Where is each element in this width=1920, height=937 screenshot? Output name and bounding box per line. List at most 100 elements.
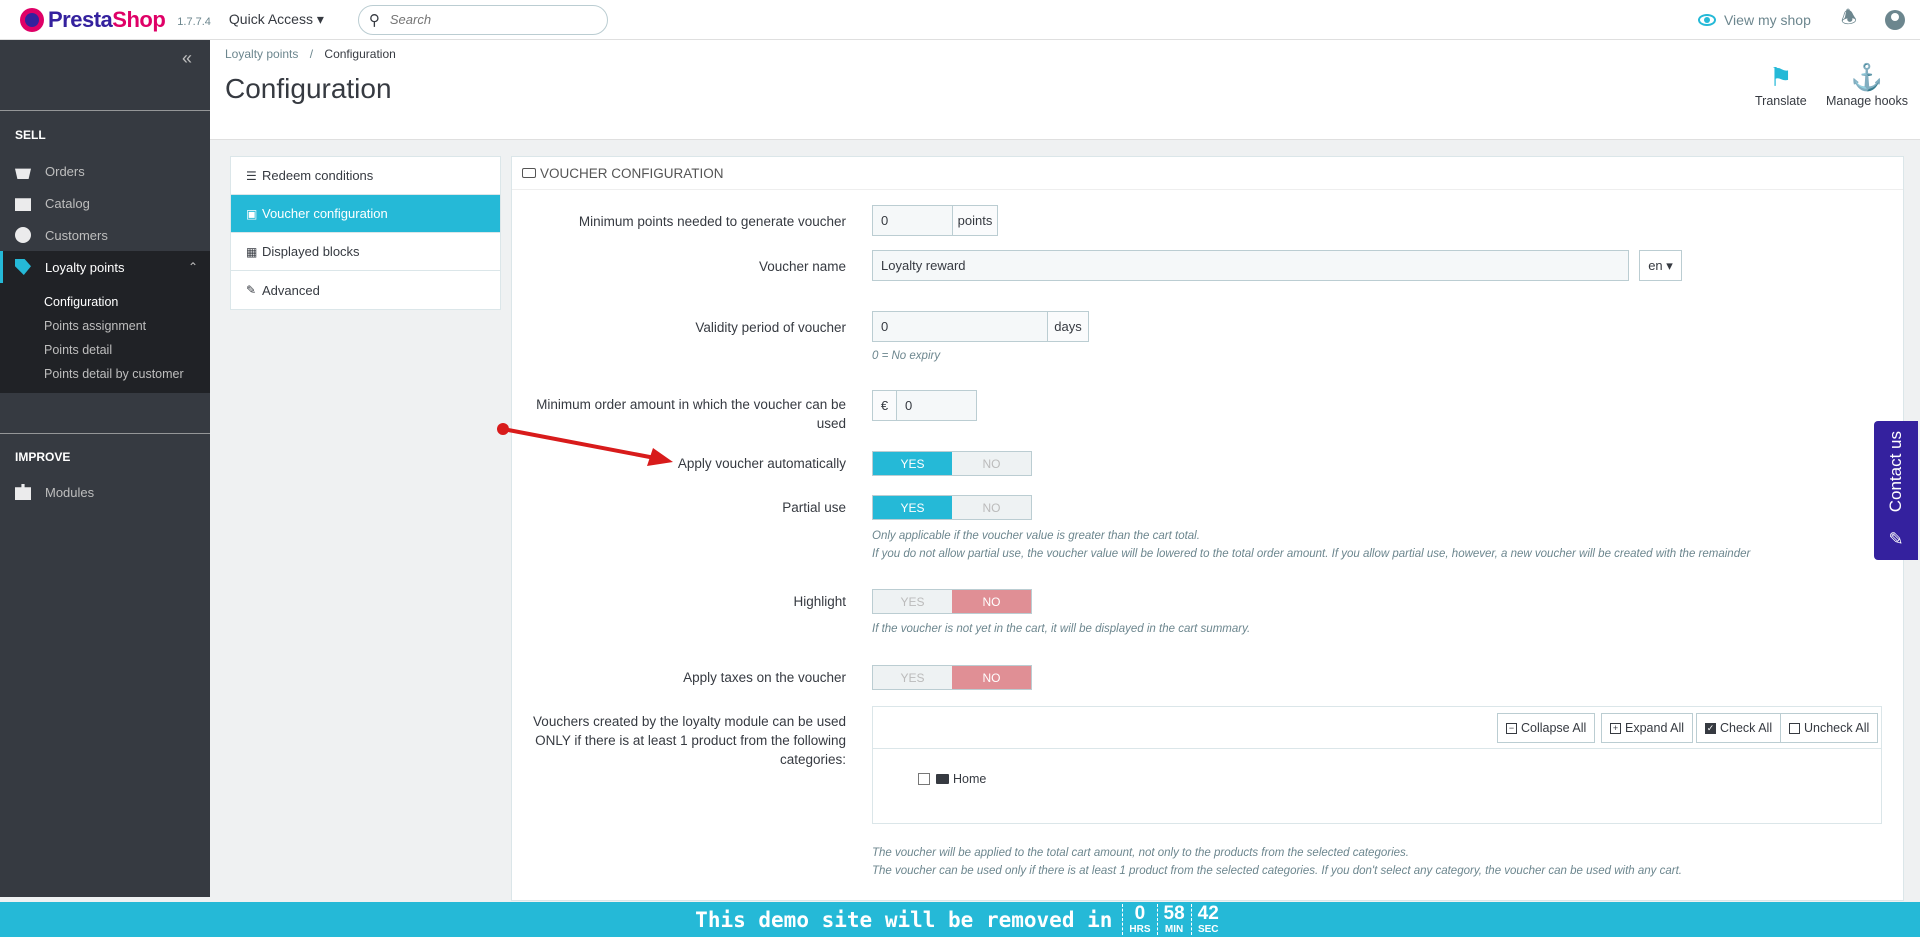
tab-displayed-blocks[interactable]: ▦ Displayed blocks <box>231 233 500 271</box>
breadcrumb-separator: / <box>309 47 314 61</box>
demo-banner: This demo site will be removed in 0 HRS … <box>0 902 1920 937</box>
magic-wand-icon: ✎ <box>246 283 257 297</box>
sidebar-section-sell: SELL <box>15 128 46 142</box>
tab-advanced[interactable]: ✎ Advanced <box>231 271 500 309</box>
partial-use-label: Partial use <box>782 500 846 515</box>
countdown-hours-value: 0 <box>1134 903 1146 924</box>
countdown-minutes: 58 MIN <box>1156 904 1191 935</box>
sidebar-subitem-points-detail[interactable]: Points detail <box>44 343 112 357</box>
switch-yes[interactable]: YES <box>873 452 952 475</box>
manage-hooks-label: Manage hooks <box>1826 94 1909 108</box>
prestashop-logo[interactable]: PrestaShop <box>20 6 166 33</box>
user-icon <box>15 227 31 243</box>
breadcrumb-parent[interactable]: Loyalty points <box>225 47 298 61</box>
switch-no[interactable]: NO <box>952 496 1031 519</box>
countdown-hours-unit: HRS <box>1129 924 1151 935</box>
sidebar-item-catalog[interactable]: Catalog <box>0 187 210 219</box>
money-icon: ▣ <box>246 206 258 221</box>
translate-button[interactable]: ⚑ Translate <box>1755 60 1807 108</box>
collapse-all-button[interactable]: − Collapse All <box>1497 713 1596 743</box>
quick-access-dropdown[interactable]: Quick Access <box>229 11 324 28</box>
pencil-icon: ✎ <box>1888 529 1904 549</box>
validity-input[interactable]: 0 <box>872 311 1048 342</box>
taxes-switch[interactable]: YES NO <box>872 665 1032 690</box>
list-icon: ☰ <box>246 168 257 183</box>
sidebar-submenu: Configuration Points assignment Points d… <box>0 283 210 393</box>
switch-no[interactable]: NO <box>952 452 1031 475</box>
language-label: en <box>1648 258 1663 273</box>
collapse-all-label: Collapse All <box>1521 721 1587 735</box>
language-dropdown[interactable]: en ▾ <box>1639 250 1682 281</box>
sidebar-item-loyalty-points[interactable]: Loyalty points ⌃ <box>0 251 210 283</box>
expand-all-label: Expand All <box>1625 721 1685 735</box>
view-shop-link[interactable]: View my shop <box>1697 12 1811 28</box>
home-checkbox[interactable] <box>918 773 930 785</box>
categories-help-2: The voucher can be used only if there is… <box>872 865 1682 877</box>
search-icon: ⚲ <box>368 11 380 29</box>
switch-yes[interactable]: YES <box>873 666 952 689</box>
countdown-seconds-value: 42 <box>1197 903 1219 924</box>
red-arrow-annotation <box>497 423 673 466</box>
uncheck-all-button[interactable]: Uncheck All <box>1780 713 1879 743</box>
eye-icon <box>1697 14 1716 26</box>
sidebar-divider <box>0 110 210 111</box>
account-icon[interactable] <box>1885 10 1905 30</box>
countdown-minutes-unit: MIN <box>1164 924 1184 935</box>
sidebar-item-label: Catalog <box>45 195 90 211</box>
voucher-name-label: Voucher name <box>758 259 846 274</box>
sidebar-item-orders[interactable]: Orders <box>0 155 210 187</box>
countdown-seconds-unit: SEC <box>1197 924 1219 935</box>
tab-voucher-configuration[interactable]: ▣ Voucher configuration <box>231 195 500 233</box>
sidebar-item-modules[interactable]: Modules <box>0 476 210 508</box>
sidebar-item-label: Modules <box>45 484 95 500</box>
countdown: 0 HRS 58 MIN 42 SEC <box>1122 904 1224 935</box>
categories-help-1: The voucher will be applied to the total… <box>872 847 1409 859</box>
sidebar-item-customers[interactable]: Customers <box>0 219 210 251</box>
header-right: View my shop 🕭 <box>1697 0 1920 40</box>
partial-help-1: Only applicable if the voucher value is … <box>872 530 1200 542</box>
sidebar-subitem-points-detail-by-customer[interactable]: Points detail by customer <box>44 367 184 381</box>
validity-label: Validity period of voucher <box>695 320 846 335</box>
countdown-seconds: 42 SEC <box>1190 903 1225 935</box>
checkbox-checked-icon: ✓ <box>1705 722 1716 734</box>
categories-label: Vouchers created by the loyalty module c… <box>533 714 846 767</box>
min-order-input[interactable]: 0 <box>896 390 977 421</box>
contact-us-tab[interactable]: Contact us ✎ <box>1874 421 1918 560</box>
manage-hooks-button[interactable]: ⚓ Manage hooks <box>1826 60 1908 108</box>
check-all-button[interactable]: ✓ Check All <box>1696 713 1782 743</box>
search-input[interactable] <box>389 12 570 27</box>
sidebar-item-label: Loyalty points <box>45 259 125 275</box>
tab-label: Voucher configuration <box>262 206 388 221</box>
min-points-input[interactable]: 0 <box>872 205 953 236</box>
panel-heading-label: VOUCHER CONFIGURATION <box>540 165 724 181</box>
arrow-head <box>647 448 673 466</box>
brand-name-accent: Shop <box>112 6 166 32</box>
notifications-bell-icon[interactable]: 🕭 <box>1841 5 1857 35</box>
search-box[interactable]: ⚲ <box>357 4 608 35</box>
sidebar-subitem-points-assignment[interactable]: Points assignment <box>44 319 146 333</box>
switch-yes[interactable]: YES <box>873 590 952 613</box>
breadcrumb: Loyalty points / Configuration <box>225 47 396 61</box>
sidebar-subitem-configuration[interactable]: Configuration <box>44 295 118 309</box>
prestashop-logo-icon <box>20 7 44 32</box>
collapse-sidebar-icon[interactable]: « <box>182 48 192 69</box>
checkbox-empty-icon <box>1789 722 1800 734</box>
category-tree: − Collapse All + Expand All ✓ Check All … <box>872 706 1882 824</box>
validity-help: 0 = No expiry <box>872 350 941 362</box>
sidebar-item-label: Customers <box>45 227 108 243</box>
switch-no[interactable]: NO <box>952 666 1031 689</box>
tab-redeem-conditions[interactable]: ☰ Redeem conditions <box>231 157 500 195</box>
partial-use-switch[interactable]: YES NO <box>872 495 1032 520</box>
grid-icon: ▦ <box>246 244 258 259</box>
switch-yes[interactable]: YES <box>873 496 952 519</box>
apply-auto-switch[interactable]: YES NO <box>872 451 1032 476</box>
sidebar-divider <box>0 433 210 434</box>
voucher-name-input[interactable]: Loyalty reward <box>872 250 1629 281</box>
points-addon: points <box>952 205 998 236</box>
tree-item-label[interactable]: Home <box>953 772 986 786</box>
highlight-help: If the voucher is not yet in the cart, i… <box>872 623 1251 635</box>
expand-all-button[interactable]: + Expand All <box>1601 713 1694 743</box>
switch-no[interactable]: NO <box>952 590 1031 613</box>
highlight-switch[interactable]: YES NO <box>872 589 1032 614</box>
collapse-icon: − <box>1506 722 1517 734</box>
